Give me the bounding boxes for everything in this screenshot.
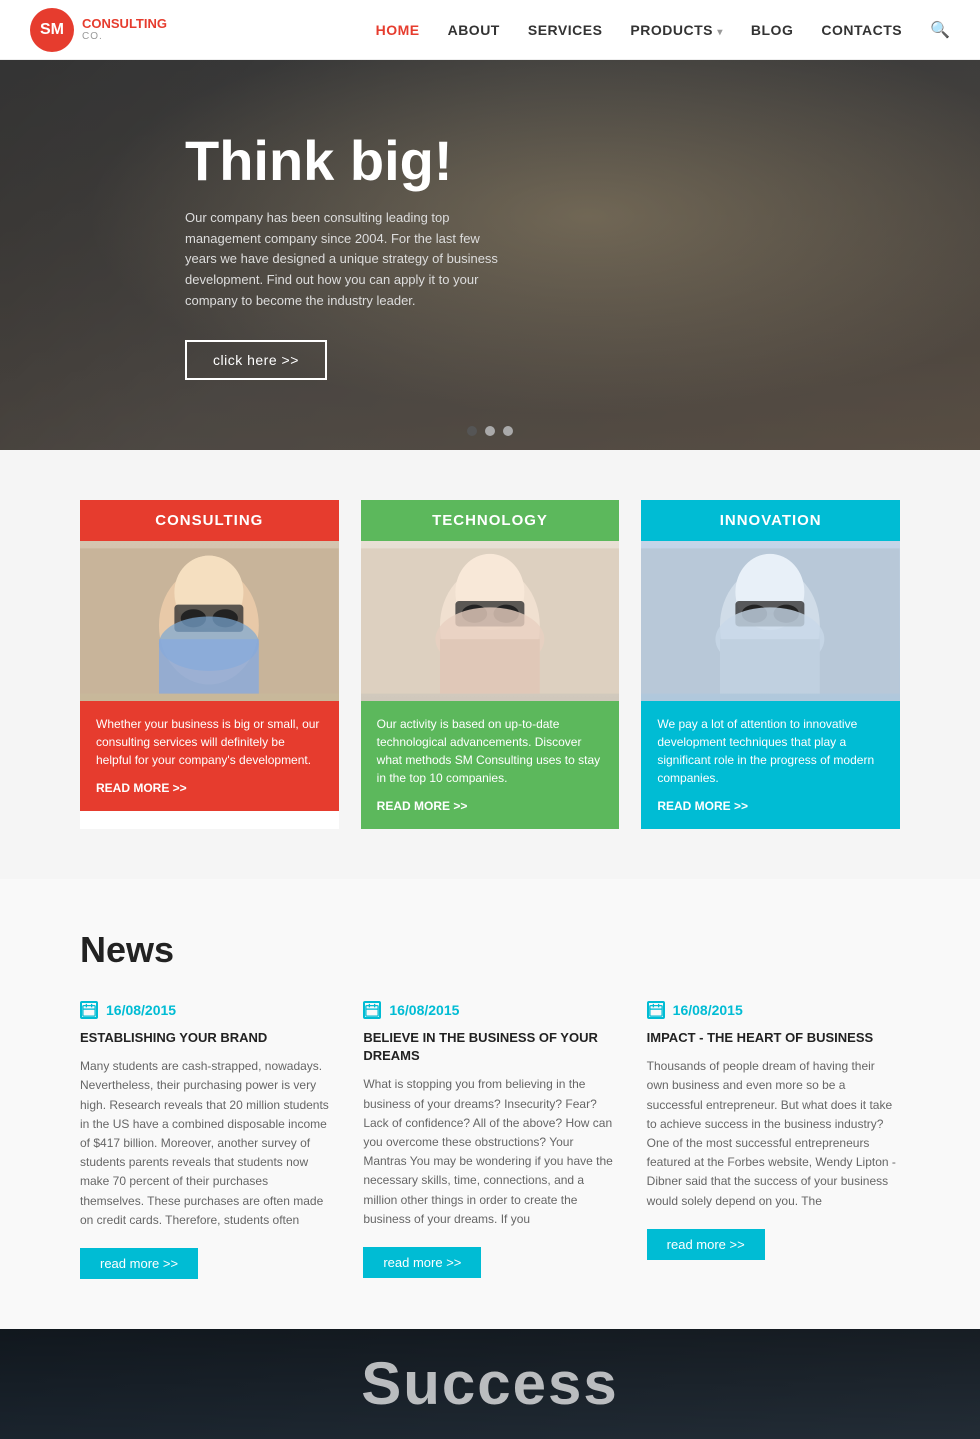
card-technology-header: TECHNOLOGY (361, 500, 620, 541)
main-nav: HOME ABOUT SERVICES PRODUCTS ▾ BLOG CONT… (376, 20, 950, 40)
hero-section: Think big! Our company has been consulti… (0, 60, 980, 450)
card-technology-desc: Our activity is based on up-to-date tech… (377, 715, 604, 787)
calendar-icon-3 (647, 1001, 665, 1019)
cards-section: CONSULTING Whether your business is b (0, 450, 980, 879)
hero-description: Our company has been consulting leading … (185, 208, 505, 312)
card-technology-body: Our activity is based on up-to-date tech… (361, 701, 620, 829)
card-consulting-desc: Whether your business is big or small, o… (96, 715, 323, 769)
logo-text: CONSULTING CO. (82, 16, 167, 44)
card-innovation-image (641, 541, 900, 701)
search-icon[interactable]: 🔍 (930, 20, 950, 40)
nav-about[interactable]: ABOUT (448, 22, 500, 38)
news-section-title: News (80, 929, 900, 971)
dot-3[interactable] (503, 426, 513, 436)
nav-services[interactable]: SERVICES (528, 22, 603, 38)
hero-cta-button[interactable]: click here >> (185, 340, 327, 380)
news-date-3: 16/08/2015 (647, 1001, 900, 1019)
dot-2[interactable] (485, 426, 495, 436)
calendar-icon-1 (80, 1001, 98, 1019)
news-title-1: ESTABLISHING YOUR BRAND (80, 1029, 333, 1047)
news-item-3: 16/08/2015 IMPACT - THE HEART OF BUSINES… (647, 1001, 900, 1279)
card-consulting-image (80, 541, 339, 701)
hero-title: Think big! (185, 130, 505, 192)
news-text-1: Many students are cash-strapped, nowaday… (80, 1057, 333, 1230)
news-text-2: What is stopping you from believing in t… (363, 1075, 616, 1229)
news-grid: 16/08/2015 ESTABLISHING YOUR BRAND Many … (80, 1001, 900, 1279)
card-innovation-link[interactable]: READ MORE >> (657, 799, 748, 813)
calendar-icon-2 (363, 1001, 381, 1019)
news-date-1: 16/08/2015 (80, 1001, 333, 1019)
news-title-3: IMPACT - THE HEART OF BUSINESS (647, 1029, 900, 1047)
card-innovation-desc: We pay a lot of attention to innovative … (657, 715, 884, 787)
card-consulting-link[interactable]: READ MORE >> (96, 781, 187, 795)
card-innovation: INNOVATION We pay a lot of attention to … (641, 500, 900, 829)
news-item-2: 16/08/2015 BELIEVE IN THE BUSINESS OF YO… (363, 1001, 616, 1279)
news-btn-3[interactable]: read more >> (647, 1229, 765, 1260)
news-btn-2[interactable]: read more >> (363, 1247, 481, 1278)
nav-products[interactable]: PRODUCTS ▾ (630, 22, 722, 38)
card-innovation-body: We pay a lot of attention to innovative … (641, 701, 900, 829)
card-technology: TECHNOLOGY Our activity is based on up-t… (361, 500, 620, 829)
nav-home[interactable]: HOME (376, 22, 420, 38)
card-technology-image (361, 541, 620, 701)
success-title: Success (361, 1349, 619, 1418)
dot-1[interactable] (467, 426, 477, 436)
card-innovation-header: INNOVATION (641, 500, 900, 541)
card-consulting-header: CONSULTING (80, 500, 339, 541)
news-item-1: 16/08/2015 ESTABLISHING YOUR BRAND Many … (80, 1001, 333, 1279)
success-section: Success (0, 1329, 980, 1439)
card-consulting-body: Whether your business is big or small, o… (80, 701, 339, 811)
header: SM CONSULTING CO. HOME ABOUT SERVICES PR… (0, 0, 980, 60)
news-section: News 16/08/2015 ESTABLISHING YOUR BRAND … (0, 879, 980, 1329)
news-text-3: Thousands of people dream of having thei… (647, 1057, 900, 1211)
hero-content: Think big! Our company has been consulti… (0, 130, 505, 380)
logo[interactable]: SM CONSULTING CO. (30, 8, 167, 52)
slider-dots (467, 426, 513, 436)
news-title-2: BELIEVE IN THE BUSINESS OF YOUR DREAMS (363, 1029, 616, 1065)
nav-blog[interactable]: BLOG (751, 22, 793, 38)
news-btn-1[interactable]: read more >> (80, 1248, 198, 1279)
nav-contacts[interactable]: CONTACTS (821, 22, 902, 38)
news-date-2: 16/08/2015 (363, 1001, 616, 1019)
card-consulting: CONSULTING Whether your business is b (80, 500, 339, 829)
logo-badge: SM (30, 8, 74, 52)
card-technology-link[interactable]: READ MORE >> (377, 799, 468, 813)
